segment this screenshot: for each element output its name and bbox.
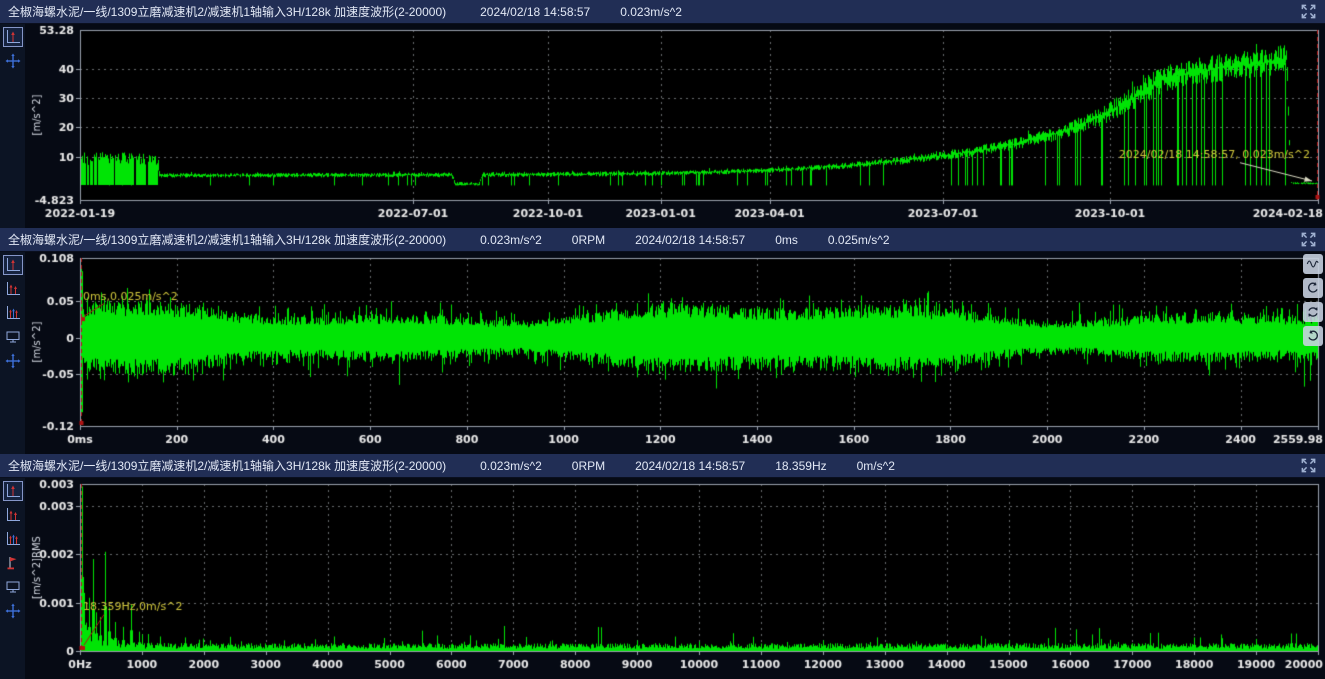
history-forward-button[interactable] (1303, 326, 1323, 346)
trend-status-fields: 2024/02/18 14:58:57 0.023m/s^2 (480, 5, 682, 19)
spectrum-chart-canvas[interactable] (25, 478, 1325, 679)
measurement-value: 0.023m/s^2 (480, 459, 542, 473)
trend-titlebar: 全椒海螺水泥/一线/1309立磨减速机2/减速机1轴输入3H/128k 加速度波… (0, 0, 1325, 24)
measurement-value: 2024/02/18 14:58:57 (480, 5, 590, 19)
measurement-value: 0RPM (572, 233, 605, 247)
waveform-status-fields: 0.023m/s^2 0RPM 2024/02/18 14:58:57 0ms 0.02… (480, 233, 889, 247)
spectrum-status-fields: 0.023m/s^2 0RPM 2024/02/18 14:58:57 18.359H… (480, 459, 895, 473)
trend-panel: 全椒海螺水泥/一线/1309立磨减速机2/减速机1轴输入3H/128k 加速度波… (0, 0, 1325, 228)
spectrum-titlebar: 全椒海螺水泥/一线/1309立磨减速机2/减速机1轴输入3H/128k 加速度波… (0, 454, 1325, 478)
spectrum-toolbar (0, 478, 25, 679)
pan-tool[interactable] (3, 51, 23, 71)
pan-tool[interactable] (3, 601, 23, 621)
waveform-titlebar: 全椒海螺水泥/一线/1309立磨减速机2/减速机1轴输入3H/128k 加速度波… (0, 228, 1325, 252)
flag-marker-tool[interactable] (3, 553, 23, 573)
single-cursor-tool[interactable] (3, 255, 23, 275)
harmonic-cursor-tool[interactable] (3, 279, 23, 299)
measurement-value: 0.023m/s^2 (620, 5, 682, 19)
single-cursor-tool[interactable] (3, 481, 23, 501)
sideband-cursor-tool[interactable] (3, 529, 23, 549)
measurement-value: 0ms (775, 233, 798, 247)
chart-view-controls (1303, 254, 1323, 346)
measurement-value: 0.025m/s^2 (828, 233, 890, 247)
pan-tool[interactable] (3, 351, 23, 371)
measurement-value: 18.359Hz (775, 459, 826, 473)
maximize-icon[interactable] (1299, 231, 1317, 249)
measurement-value: 0.023m/s^2 (480, 233, 542, 247)
trend-toolbar (0, 24, 25, 228)
single-cursor-tool[interactable] (3, 27, 23, 47)
waveform-chart-canvas[interactable] (25, 252, 1325, 454)
measurement-value: 0m/s^2 (857, 459, 895, 473)
history-back-button[interactable] (1303, 278, 1323, 298)
waveform-toolbar (0, 252, 25, 454)
screenshot-tool[interactable] (3, 577, 23, 597)
spectrum-panel: 全椒海螺水泥/一线/1309立磨减速机2/减速机1轴输入3H/128k 加速度波… (0, 454, 1325, 679)
screenshot-tool[interactable] (3, 327, 23, 347)
measurement-value: 2024/02/18 14:58:57 (635, 459, 745, 473)
maximize-icon[interactable] (1299, 3, 1317, 21)
harmonic-cursor-tool[interactable] (3, 505, 23, 525)
measurement-point-path: 全椒海螺水泥/一线/1309立磨减速机2/减速机1轴输入3H/128k 加速度波… (8, 457, 446, 474)
reset-zoom-button[interactable] (1303, 302, 1323, 322)
maximize-icon[interactable] (1299, 457, 1317, 475)
sideband-cursor-tool[interactable] (3, 303, 23, 323)
measurement-point-path: 全椒海螺水泥/一线/1309立磨减速机2/减速机1轴输入3H/128k 加速度波… (8, 3, 446, 20)
waveform-view-button[interactable] (1303, 254, 1323, 274)
trend-chart-canvas[interactable] (25, 24, 1325, 228)
measurement-point-path: 全椒海螺水泥/一线/1309立磨减速机2/减速机1轴输入3H/128k 加速度波… (8, 231, 446, 248)
waveform-panel: 全椒海螺水泥/一线/1309立磨减速机2/减速机1轴输入3H/128k 加速度波… (0, 228, 1325, 454)
vibration-analysis-app: 全椒海螺水泥/一线/1309立磨减速机2/减速机1轴输入3H/128k 加速度波… (0, 0, 1325, 679)
measurement-value: 0RPM (572, 459, 605, 473)
measurement-value: 2024/02/18 14:58:57 (635, 233, 745, 247)
